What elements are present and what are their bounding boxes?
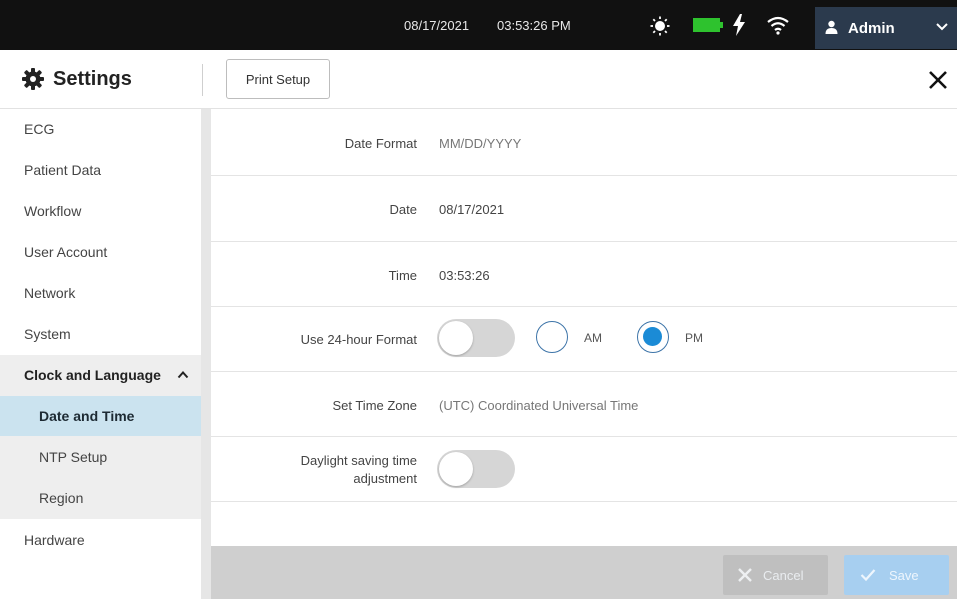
sun-icon[interactable] [650,16,670,36]
page-title: Settings [53,68,132,90]
time-row: Time 03:53:26 [211,242,957,307]
date-format-row: Date Format MM/DD/YYYY [211,109,957,176]
cancel-label: Cancel [763,568,804,583]
settings-sidebar: ECG Patient Data Workflow User Account N… [0,109,201,599]
chevron-down-icon[interactable] [936,22,948,32]
sidebar-item-label: System [24,326,71,342]
sidebar-item-label: User Account [24,244,108,260]
time-zone-row: Set Time Zone (UTC) Coordinated Universa… [211,372,957,437]
radio-selected-dot [643,327,662,346]
header-divider [202,64,203,96]
wifi-icon [767,16,789,35]
sidebar-group-clock-language: Clock and Language Date and Time NTP Set… [0,355,201,519]
sidebar-item-label: Workflow [24,203,82,219]
sidebar-item-label: Date and Time [39,408,135,424]
pm-label: PM [685,331,703,345]
checkmark-icon [860,569,876,582]
top-status-bar: 08/17/2021 03:53:26 PM Admin [0,0,957,50]
sidebar-scroll-gutter [201,109,211,599]
time-label: Time [388,268,417,283]
sidebar-item-date-and-time[interactable]: Date and Time [0,396,201,436]
daylight-saving-label-line1: Daylight saving time [300,453,417,468]
form-footer: Cancel Save [211,546,957,599]
sidebar-item-label: Clock and Language [24,367,161,383]
status-date: 08/17/2021 [404,18,470,33]
toggle-knob [439,321,473,355]
user-icon [825,20,838,34]
sidebar-item-label: Hardware [24,532,85,548]
sidebar-item-ntp-setup[interactable]: NTP Setup [0,437,201,477]
sidebar-item-label: NTP Setup [39,449,108,465]
save-button[interactable]: Save [844,555,949,595]
save-label: Save [889,568,919,583]
pm-radio[interactable] [637,321,669,353]
time-zone-value[interactable]: (UTC) Coordinated Universal Time [439,398,638,413]
sidebar-item-label: ECG [24,121,55,137]
sidebar-item-label: Region [39,490,84,506]
daylight-saving-row: Daylight saving time adjustment [211,437,957,502]
daylight-saving-label: Daylight saving time adjustment [301,452,417,488]
charging-bolt-icon [733,14,745,36]
am-label: AM [584,331,602,345]
time-zone-label: Set Time Zone [332,398,417,413]
sidebar-item-ecg[interactable]: ECG [0,109,201,149]
sidebar-item-workflow[interactable]: Workflow [0,191,201,231]
sidebar-item-network[interactable]: Network [0,273,201,313]
sidebar-item-label: Network [24,285,76,301]
daylight-saving-toggle[interactable] [437,450,515,488]
close-icon[interactable] [928,70,948,90]
24-hour-format-toggle[interactable] [437,319,515,357]
date-row: Date 08/17/2021 [211,176,957,242]
date-value[interactable]: 08/17/2021 [439,202,504,217]
date-label: Date [389,202,417,217]
date-time-form: Date Format MM/DD/YYYY Date 08/17/2021 T… [211,109,957,546]
gear-icon [22,68,44,90]
sidebar-item-clock-and-language[interactable]: Clock and Language [0,355,201,395]
battery-icon [693,18,723,32]
close-icon [738,568,752,582]
sidebar-item-system[interactable]: System [0,314,201,354]
am-radio[interactable] [536,321,568,353]
print-setup-button[interactable]: Print Setup [226,59,330,99]
user-name: Admin [848,20,895,37]
date-format-label: Date Format [344,136,417,151]
24-hour-format-row: Use 24-hour Format AM PM [211,307,957,372]
sidebar-item-region[interactable]: Region [0,478,201,518]
user-menu[interactable]: Admin [815,7,957,49]
date-format-value[interactable]: MM/DD/YYYY [439,136,521,151]
daylight-saving-label-line2: adjustment [353,471,417,486]
sidebar-item-patient-data[interactable]: Patient Data [0,150,201,190]
settings-header: Settings Print Setup [0,50,957,109]
chevron-up-icon[interactable] [177,370,189,379]
status-time: 03:53:26 PM [497,18,571,33]
24-hour-format-label: Use 24-hour Format [300,332,417,347]
cancel-button[interactable]: Cancel [723,555,828,595]
sidebar-item-label: Patient Data [24,162,102,178]
time-value[interactable]: 03:53:26 [439,268,490,283]
toggle-knob [439,452,473,486]
sidebar-item-user-account[interactable]: User Account [0,232,201,272]
sidebar-item-hardware[interactable]: Hardware [0,520,201,560]
